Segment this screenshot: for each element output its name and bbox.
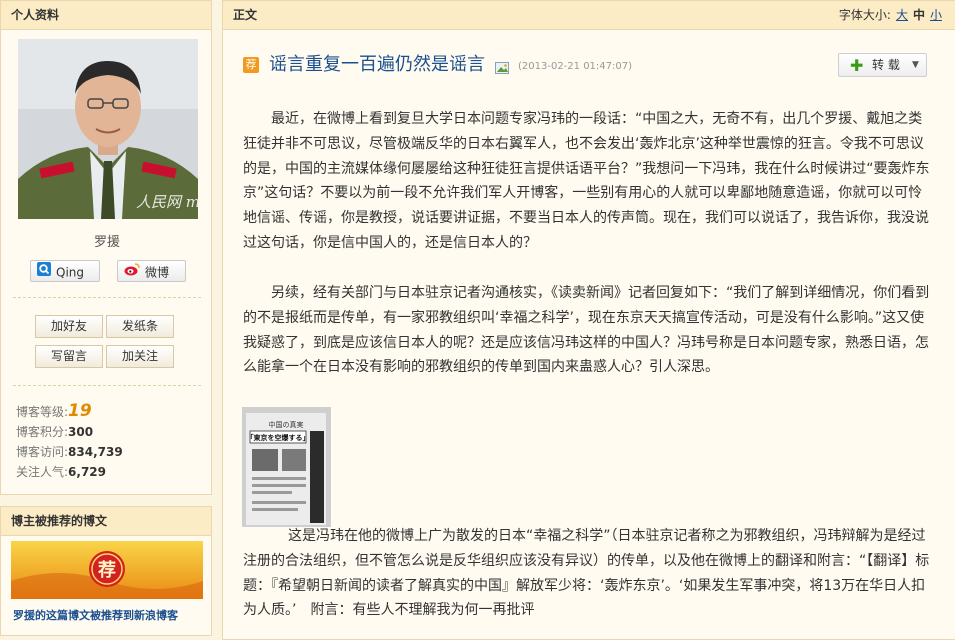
recommend-badge: 荐 — [97, 559, 116, 581]
font-size-large[interactable]: 大 — [896, 8, 908, 22]
recommend-banner-graphic: 荐 — [11, 541, 203, 599]
article-date: (2013-02-21 01:47:07) — [518, 61, 633, 72]
article-header-bar: 正文 字体大小: 大中小 — [223, 1, 955, 30]
avatar-photo: 人民网 military.com — [18, 39, 198, 219]
stat-visits: 博客访问:834,739 — [16, 443, 123, 460]
stat-label: 博客访问: — [16, 445, 69, 459]
recommended-posts-header: 博主被推荐的博文 — [1, 507, 211, 536]
article-panel: 正文 字体大小: 大中小 荐 谣言重复一百遍仍然是谣言 (2013-02-21 0… — [222, 0, 955, 640]
chevron-down-icon: ▼ — [912, 60, 919, 70]
photo-caption: 中国の真実 — [269, 420, 304, 429]
article-title: 谣言重复一百遍仍然是谣言 — [269, 54, 485, 75]
profile-avatar[interactable]: 人民网 military.com — [18, 39, 198, 219]
article-paragraph: 另续，经有关部门与日本驻京记者沟通核实，《读卖新闻》记者回复如下：“我们了解到详… — [243, 285, 930, 376]
stat-label: 关注人气: — [16, 465, 69, 479]
stat-label: 博客积分: — [16, 425, 69, 439]
weibo-button[interactable]: 微博 — [117, 260, 186, 282]
font-size-small[interactable]: 小 — [930, 8, 942, 22]
leaflet-photo[interactable]: 中国の真実 「東京を空爆する」 — [242, 407, 331, 527]
profile-header: 个人资料 — [1, 1, 211, 30]
recommended-posts-panel: 博主被推荐的博文 荐 罗援的这篇博文被推荐到新浪博客 — [0, 506, 212, 636]
qing-icon — [37, 261, 51, 283]
recommend-banner[interactable]: 荐 — [11, 541, 203, 599]
blogger-name: 罗援 — [93, 235, 120, 250]
avatar-watermark: 人民网 military.com — [136, 193, 198, 211]
stat-value: 300 — [68, 425, 94, 439]
font-size-label: 字体大小: — [838, 8, 891, 22]
stat-followers: 关注人气:6,729 — [16, 463, 106, 480]
stat-value: 19 — [68, 401, 92, 421]
profile-panel: 个人资料 人民网 military.com 罗援 Qing 微博 — [0, 0, 212, 495]
profile-divider — [13, 297, 201, 298]
stat-value: 834,739 — [68, 445, 123, 459]
article-paragraph: 最近，在微博上看到复旦大学日本问题专家冯玮的一段话：“中国之大，无奇不有，出几个… — [243, 111, 930, 251]
stat-label: 博客等级: — [16, 405, 69, 419]
write-message-button[interactable]: 写留言 — [35, 345, 103, 368]
qing-label: Qing — [56, 265, 85, 280]
add-friend-button[interactable]: 加好友 — [35, 315, 103, 338]
send-note-button[interactable]: 发纸条 — [106, 315, 174, 338]
image-icon — [495, 59, 509, 78]
repost-label: 转 载 — [872, 58, 900, 72]
qing-button[interactable]: Qing — [30, 260, 100, 282]
font-size-switcher: 字体大小: 大中小 — [839, 1, 942, 29]
plus-icon: ✚ — [850, 56, 864, 75]
photo-headline: 「東京を空爆する」 — [247, 433, 310, 442]
font-size-medium[interactable]: 中 — [913, 8, 925, 22]
profile-divider — [13, 385, 201, 386]
recommend-snippet[interactable]: 罗援的这篇博文被推荐到新浪博客 — [13, 607, 178, 623]
leaflet-photo-graphic: 中国の真実 「東京を空爆する」 — [242, 407, 331, 527]
recommended-tag-icon: 荐 — [243, 57, 259, 73]
stat-blog-level: 博客等级:19 — [16, 401, 92, 421]
article-section-label: 正文 — [233, 8, 258, 22]
follow-button[interactable]: 加关注 — [106, 345, 174, 368]
weibo-icon — [124, 261, 140, 283]
stat-value: 6,729 — [68, 465, 107, 479]
stat-points: 博客积分:300 — [16, 423, 93, 440]
weibo-label: 微博 — [145, 265, 170, 280]
repost-button[interactable]: ✚ 转 载 ▼ — [838, 53, 927, 77]
article-paragraph: 这是冯玮在他的微博上广为散发的日本“幸福之科学”（日本驻京记者称之为邪教组织，冯… — [243, 528, 930, 619]
